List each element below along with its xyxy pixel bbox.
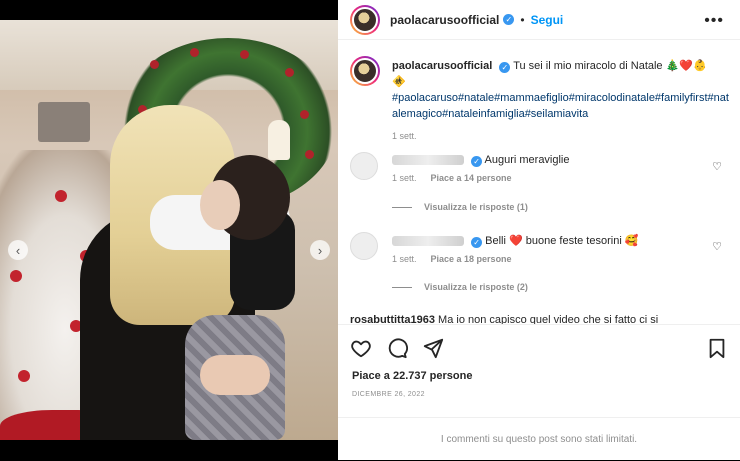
verified-badge-icon: ✓ [503,14,515,25]
comment-body: ✓ Belli ❤️ buone feste tesorini 🥰 1 sett… [392,234,692,264]
post-photo[interactable]: ‹ › [0,20,338,440]
caption-hashtags[interactable]: #paolacaruso#natale#mammaefiglio#miracol… [392,92,729,120]
view-replies-button[interactable]: Visualizza le risposte (1) [392,202,528,212]
chevron-left-icon: ‹ [15,242,21,258]
comments-limited-notice: I commenti su questo post sono stati lim… [338,417,740,461]
comments-section[interactable]: paolacarusoofficial ✓ Tu sei il mio mira… [338,40,740,324]
caption-text: Tu sei il mio miracolo di Natale 🎄❤️👶 [513,60,707,72]
view-replies-button[interactable]: Visualizza le risposte (2) [392,282,528,292]
action-icons [350,337,444,359]
author-avatar[interactable] [350,4,380,35]
carousel-next-button[interactable]: › [310,240,330,260]
heart-outline-icon[interactable] [350,337,372,359]
post-side-panel: paolacarusoofficial ✓ • Segui ••• paolac… [338,0,740,460]
paper-plane-icon[interactable] [422,337,444,359]
author-username[interactable]: paolacarusoofficial [390,13,499,27]
post-actions: Piace a 22.737 persone DICEMBRE 26, 2022… [338,324,740,460]
carousel-prev-button[interactable]: ‹ [8,240,28,260]
bookmark-icon[interactable] [706,337,728,359]
comment-meta: 1 sett. Piace a 18 persone [392,254,692,264]
comment-time[interactable]: 1 sett. [392,173,417,183]
photo-hands [200,355,270,395]
avatar-image [352,58,378,84]
comment-bubble-icon[interactable] [386,337,408,359]
caption-emoji: 🚸 [392,76,406,88]
comment-text-end: buone feste tesorini 🥰 [525,235,639,247]
caption-text-block: paolacarusoofficial ✓ Tu sei il mio mira… [392,58,732,144]
post-header: paolacarusoofficial ✓ • Segui ••• [338,0,740,40]
commenter-username-blurred[interactable] [392,236,464,247]
header-separator: • [520,12,525,27]
comment-likes[interactable]: Piace a 14 persone [431,173,512,183]
more-options-icon[interactable]: ••• [704,12,724,30]
commenter-username-blurred[interactable] [392,155,464,166]
post-date[interactable]: DICEMBRE 26, 2022 [352,391,425,398]
partial-comment-username[interactable]: rosabuttitta1963 [350,314,435,324]
caption-meta: 1 sett. [392,128,732,144]
comment-like-icon[interactable]: ♡ [712,240,722,253]
comment-time[interactable]: 1 sett. [392,254,417,264]
verified-badge-icon: ✓ [499,62,511,73]
comment-like-icon[interactable]: ♡ [712,160,722,173]
comment-text-start: Belli [485,235,506,247]
photo-light [268,120,290,160]
partial-comment-text: Ma io non capisco quel video che si fatt… [438,314,659,324]
verified-badge-icon: ✓ [471,237,483,248]
photo-wall-lamp [38,102,90,142]
comment-likes[interactable]: Piace a 18 persone [431,254,512,264]
partial-comment: rosabuttitta1963 Ma io non capisco quel … [350,314,658,324]
caption-username[interactable]: paolacarusoofficial [392,60,492,72]
post-likes-count[interactable]: Piace a 22.737 persone [352,370,472,382]
caption-time[interactable]: 1 sett. [392,128,417,144]
comment-meta: 1 sett. Piace a 14 persone [392,173,692,183]
commenter-avatar[interactable] [350,152,378,180]
verified-badge-icon: ✓ [471,156,483,167]
instagram-post-viewer: ‹ › paolacarusoofficial ✓ • Segui ••• pa… [0,0,740,460]
follow-button[interactable]: Segui [531,13,564,27]
chevron-right-icon: › [317,242,323,258]
heart-emoji-icon: ❤️ [508,235,523,247]
comment-text: Auguri meraviglie [484,154,570,166]
commenter-avatar[interactable] [350,232,378,260]
avatar-image [352,6,378,33]
photo-child-face [200,180,240,230]
caption-avatar[interactable] [350,56,380,86]
comment-body: ✓ Auguri meraviglie 1 sett. Piace a 14 p… [392,154,692,183]
